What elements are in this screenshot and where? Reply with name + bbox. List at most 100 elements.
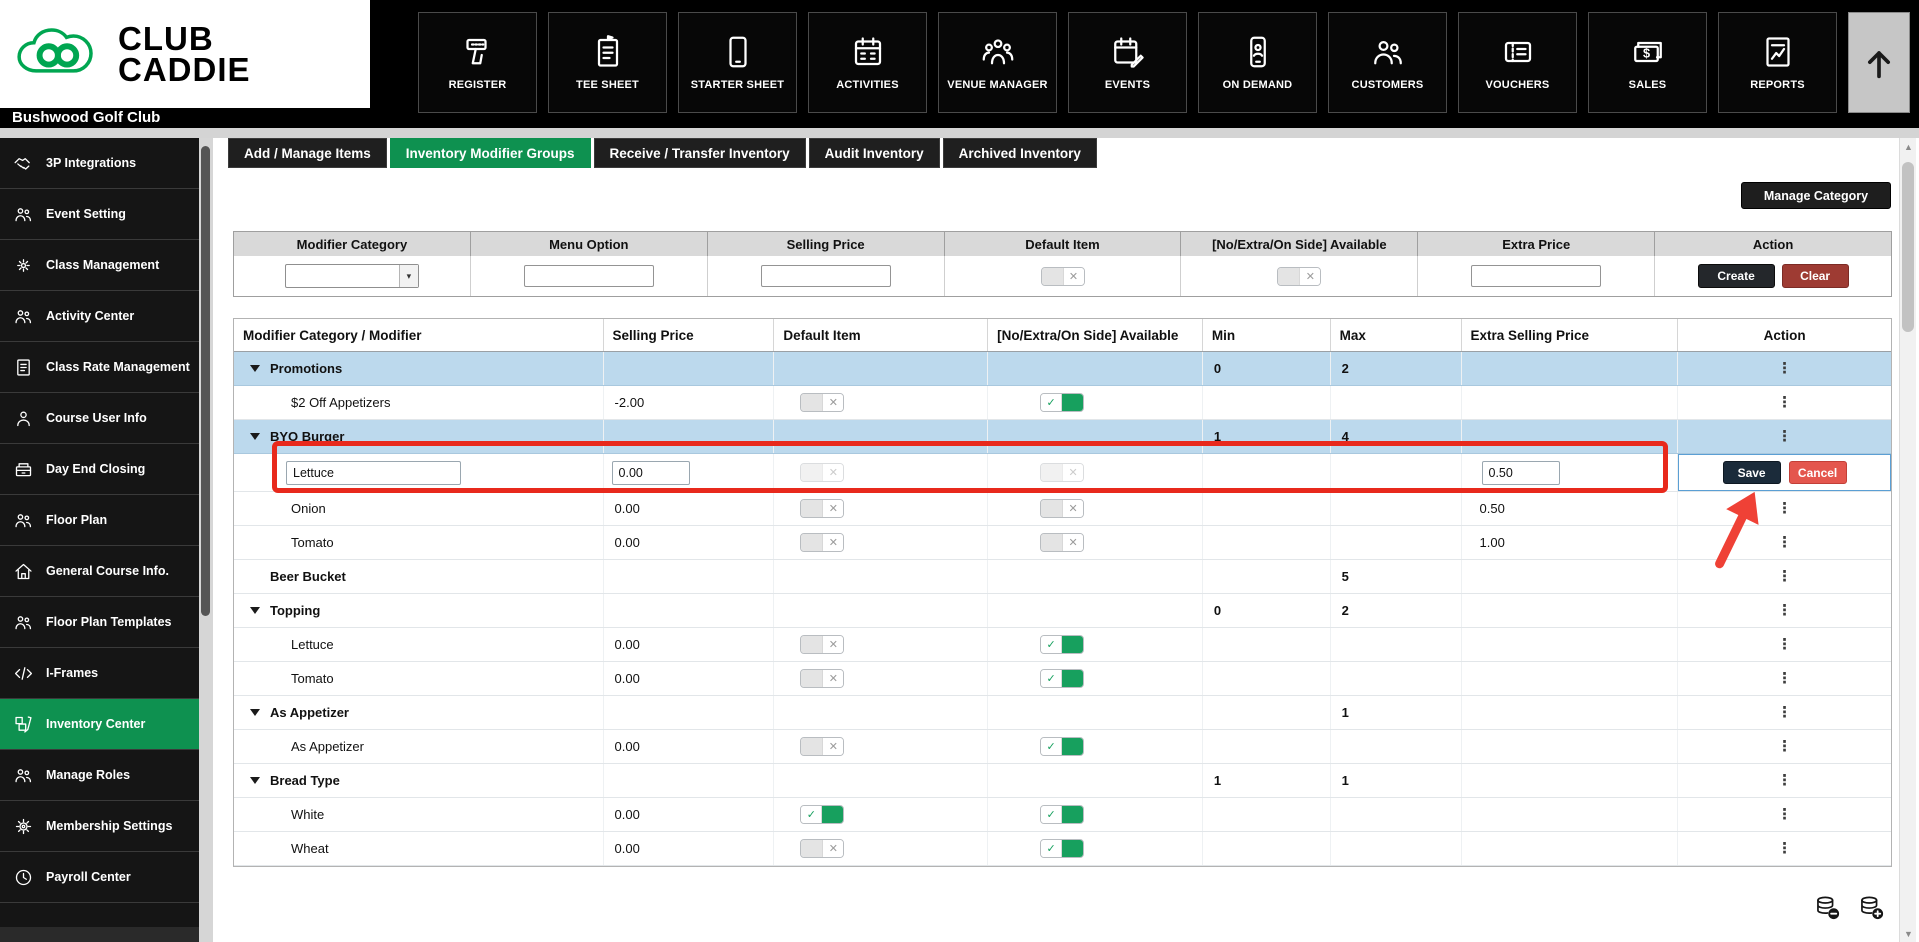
row-menu-kebab-icon[interactable]: ⋮ xyxy=(1777,807,1792,822)
sidebar-item-membership-settings[interactable]: Membership Settings xyxy=(0,801,199,852)
nav-tile-venue-manager[interactable]: VENUE MANAGER xyxy=(938,12,1057,113)
tab-add-manage-items[interactable]: Add / Manage Items xyxy=(228,138,387,168)
default-item-toggle[interactable]: ✓ xyxy=(800,805,845,824)
sidebar-item-class-management[interactable]: Class Management xyxy=(0,240,199,291)
default-item-toggle[interactable]: ✕ xyxy=(800,635,845,654)
row-menu-kebab-icon[interactable]: ⋮ xyxy=(1777,501,1792,516)
sidebar-item-class-rate-management[interactable]: Class Rate Management xyxy=(0,342,199,393)
row-menu-kebab-icon[interactable]: ⋮ xyxy=(1777,705,1792,720)
default-item-toggle[interactable]: ✕ xyxy=(800,839,845,858)
available-toggle[interactable]: ✓ xyxy=(1040,805,1085,824)
sidebar-item-event-setting[interactable]: Event Setting xyxy=(0,189,199,240)
row-menu-kebab-icon[interactable]: ⋮ xyxy=(1777,603,1792,618)
available-toggle[interactable]: ✓ xyxy=(1040,839,1085,858)
tab-receive-transfer-inventory[interactable]: Receive / Transfer Inventory xyxy=(593,138,806,168)
expand-arrow-icon[interactable] xyxy=(250,709,260,716)
row-menu-kebab-icon[interactable]: ⋮ xyxy=(1777,637,1792,652)
group-row-topping[interactable]: Topping 0 2 ⋮ xyxy=(234,594,1891,628)
row-menu-kebab-icon[interactable]: ⋮ xyxy=(1777,841,1792,856)
nav-tile-sales[interactable]: $ SALES xyxy=(1588,12,1707,113)
expand-arrow-icon[interactable] xyxy=(250,365,260,372)
nav-tile-register[interactable]: REGISTER xyxy=(418,12,537,113)
sidebar-item-manage-roles[interactable]: Manage Roles xyxy=(0,750,199,801)
cancel-button[interactable]: Cancel xyxy=(1788,461,1847,484)
row-menu-kebab-icon[interactable]: ⋮ xyxy=(1777,569,1792,584)
cell-action: ⋮ xyxy=(1678,832,1891,865)
expand-arrow-icon[interactable] xyxy=(250,607,260,614)
available-toggle[interactable]: ✓ xyxy=(1040,737,1085,756)
row-menu-kebab-icon[interactable]: ⋮ xyxy=(1777,535,1792,550)
selling-price-filter-input[interactable] xyxy=(760,265,891,287)
cell-extra-price xyxy=(1462,420,1679,453)
extra-price-filter-input[interactable] xyxy=(1471,265,1602,287)
nav-tile-on-demand[interactable]: ON DEMAND xyxy=(1198,12,1317,113)
row-menu-kebab-icon[interactable]: ⋮ xyxy=(1777,429,1792,444)
sync-add-icon[interactable] xyxy=(1858,894,1885,921)
create-button[interactable]: Create xyxy=(1697,264,1775,288)
nav-tile-tee-sheet[interactable]: TEE SHEET xyxy=(548,12,667,113)
sidebar-item-3p-integrations[interactable]: 3P Integrations xyxy=(0,138,199,189)
available-filter-toggle[interactable]: ✕ xyxy=(1277,266,1322,286)
nav-tile-vouchers[interactable]: VOUCHERS xyxy=(1458,12,1577,113)
sidebar-scrollbar[interactable] xyxy=(199,138,213,942)
group-row-as-appetizer[interactable]: As Appetizer 1 ⋮ xyxy=(234,696,1891,730)
modifier-name-input[interactable] xyxy=(286,460,461,485)
logo[interactable]: CLUB CADDIE xyxy=(0,0,370,108)
tab-inventory-modifier-groups[interactable]: Inventory Modifier Groups xyxy=(389,138,591,168)
default-item-toggle[interactable]: ✕ xyxy=(800,393,845,412)
nav-tile-starter-sheet[interactable]: STARTER SHEET xyxy=(678,12,797,113)
manage-category-button[interactable]: Manage Category xyxy=(1741,182,1891,209)
clear-button[interactable]: Clear xyxy=(1781,264,1849,288)
sidebar-item-floor-plan[interactable]: Floor Plan xyxy=(0,495,199,546)
tab-audit-inventory[interactable]: Audit Inventory xyxy=(808,138,940,168)
expand-arrow-icon[interactable] xyxy=(250,777,260,784)
nav-tile-reports[interactable]: REPORTS xyxy=(1718,12,1837,113)
menu-option-input[interactable] xyxy=(523,265,654,287)
modifier-category-select[interactable]: ▾ xyxy=(284,264,419,288)
sync-remove-icon[interactable] xyxy=(1814,894,1841,921)
sidebar-item-i-frames[interactable]: I-Frames xyxy=(0,648,199,699)
row-menu-kebab-icon[interactable]: ⋮ xyxy=(1777,671,1792,686)
available-toggle[interactable]: ✓ xyxy=(1040,669,1085,688)
scrollbar-thumb[interactable] xyxy=(1902,162,1914,332)
default-item-toggle[interactable]: ✕ xyxy=(800,669,845,688)
row-menu-kebab-icon[interactable]: ⋮ xyxy=(1777,395,1792,410)
available-toggle[interactable]: ✕ xyxy=(1040,499,1085,518)
tab-archived-inventory[interactable]: Archived Inventory xyxy=(942,138,1097,168)
sidebar-item-activity-center[interactable]: Activity Center xyxy=(0,291,199,342)
default-item-toggle[interactable]: ✕ xyxy=(800,499,845,518)
default-item-filter-toggle[interactable]: ✕ xyxy=(1040,266,1085,286)
row-menu-kebab-icon[interactable]: ⋮ xyxy=(1777,739,1792,754)
available-toggle[interactable]: ✓ xyxy=(1040,393,1085,412)
expand-arrow-icon[interactable] xyxy=(250,433,260,440)
sidebar-scrollbar-thumb[interactable] xyxy=(201,146,210,616)
row-menu-kebab-icon[interactable]: ⋮ xyxy=(1777,773,1792,788)
selling-price-edit-input[interactable] xyxy=(611,460,690,485)
scrollbar-up-arrow-icon[interactable]: ▲ xyxy=(1900,138,1917,155)
nav-tile-activities[interactable]: ACTIVITIES xyxy=(808,12,927,113)
save-button[interactable]: Save xyxy=(1722,461,1781,484)
nav-tile-events[interactable]: EVENTS xyxy=(1068,12,1187,113)
sidebar-item-day-end-closing[interactable]: Day End Closing xyxy=(0,444,199,495)
cell-max: 4 xyxy=(1331,420,1462,453)
group-row-byo-burger[interactable]: BYO Burger 1 4 ⋮ xyxy=(234,420,1891,454)
sidebar-item-floor-plan-templates[interactable]: Floor Plan Templates xyxy=(0,597,199,648)
default-item-toggle[interactable]: ✕ xyxy=(800,533,845,552)
group-row-promotions[interactable]: Promotions 0 2 ⋮ xyxy=(234,352,1891,386)
sidebar-item-general-course-info[interactable]: General Course Info. xyxy=(0,546,199,597)
group-row-bread-type[interactable]: Bread Type 1 1 ⋮ xyxy=(234,764,1891,798)
scrollbar-down-arrow-icon[interactable]: ▼ xyxy=(1900,925,1917,942)
available-toggle[interactable]: ✕ xyxy=(1040,533,1085,552)
row-menu-kebab-icon[interactable]: ⋮ xyxy=(1777,361,1792,376)
sidebar-item-payroll-center[interactable]: Payroll Center xyxy=(0,852,199,903)
extra-price-edit-input[interactable] xyxy=(1481,460,1560,485)
nav-tile-customers[interactable]: CUSTOMERS xyxy=(1328,12,1447,113)
cell-default-item: ✕ xyxy=(774,832,989,865)
main-scrollbar[interactable]: ▲ ▼ xyxy=(1899,138,1916,942)
group-row-beer-bucket[interactable]: Beer Bucket 5 ⋮ xyxy=(234,560,1891,594)
default-item-toggle[interactable]: ✕ xyxy=(800,737,845,756)
sidebar-item-inventory-center[interactable]: Inventory Center xyxy=(0,699,199,750)
available-toggle[interactable]: ✓ xyxy=(1040,635,1085,654)
sidebar-item-course-user-info[interactable]: Course User Info xyxy=(0,393,199,444)
scroll-top-button[interactable] xyxy=(1848,12,1910,113)
